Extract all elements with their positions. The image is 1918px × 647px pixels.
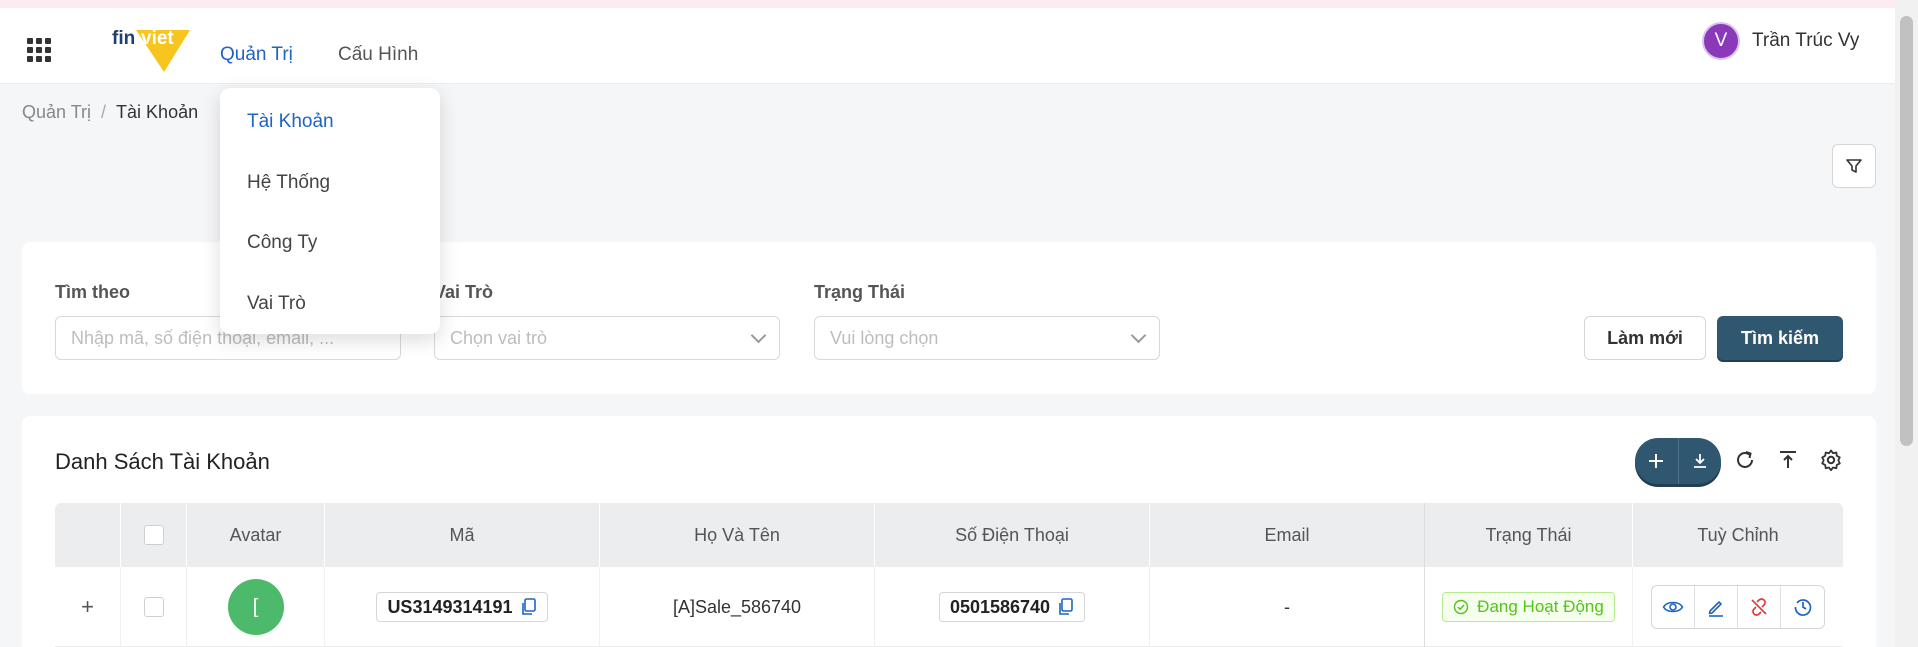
- select-all-checkbox[interactable]: [143, 525, 164, 545]
- menu-item-he-thong[interactable]: Hệ Thống: [247, 172, 330, 194]
- breadcrumb-root[interactable]: Quản Trị: [22, 102, 91, 122]
- chevron-down-icon: [1130, 327, 1147, 343]
- status-select-placeholder: Vui lòng chọn: [830, 327, 939, 348]
- history-button[interactable]: [1781, 586, 1824, 628]
- deactivate-button[interactable]: [1738, 586, 1781, 628]
- row-checkbox[interactable]: [143, 597, 164, 617]
- plus-icon: [1649, 454, 1664, 468]
- copy-icon[interactable]: [1058, 598, 1074, 616]
- top-accent-stripe: [0, 0, 1918, 8]
- upload-icon: [1780, 451, 1796, 468]
- top-header: fin viet Quản Trị Cấu Hình V Trần Trúc V…: [0, 8, 1895, 84]
- svg-text:fin: fin: [112, 28, 135, 49]
- nav-quan-tri[interactable]: Quản Trị: [220, 44, 293, 66]
- row-avatar: [: [227, 579, 284, 635]
- nav-cau-hinh[interactable]: Cấu Hình: [338, 44, 418, 66]
- quan-tri-dropdown-menu: Tài Khoản Hệ Thống Công Ty Vai Trò: [220, 88, 440, 334]
- refresh-icon: [1737, 451, 1753, 468]
- status-label: Trạng Thái: [814, 282, 906, 302]
- header-actions: Tuỳ Chỉnh: [1697, 524, 1779, 545]
- breadcrumb-separator: /: [101, 102, 107, 122]
- unlink-icon: [1751, 598, 1767, 616]
- filter-button[interactable]: [1832, 144, 1876, 188]
- eye-icon: [1662, 601, 1684, 613]
- header-expand: [55, 503, 121, 567]
- user-menu[interactable]: V Trần Trúc Vy: [1702, 20, 1859, 62]
- status-badge: Đang Hoạt Động: [1442, 592, 1615, 622]
- header-status: Trạng Thái: [1425, 503, 1633, 567]
- download-button[interactable]: [1679, 438, 1722, 484]
- row-phone-cell: 0501586740: [875, 567, 1150, 647]
- menu-item-cong-ty[interactable]: Công Ty: [247, 232, 317, 254]
- breadcrumb-current: Tài Khoản: [116, 102, 199, 122]
- download-icon: [1693, 454, 1706, 468]
- phone-chip: 0501586740: [938, 592, 1086, 622]
- search-by-label: Tìm theo: [55, 282, 130, 302]
- add-button[interactable]: [1635, 438, 1679, 484]
- edit-icon: [1708, 601, 1723, 617]
- refresh-button[interactable]: [1731, 446, 1759, 474]
- header-code: Mã: [325, 503, 600, 567]
- header-phone: Số Điện Thoại: [875, 503, 1150, 567]
- row-code: US3149314191: [387, 596, 513, 617]
- reset-button[interactable]: Làm mới: [1584, 316, 1706, 360]
- role-select[interactable]: Chọn vai trò: [434, 316, 780, 360]
- status-text: Đang Hoạt Động: [1477, 597, 1604, 616]
- row-full-name: [A]Sale_586740: [600, 567, 875, 647]
- role-select-placeholder: Chọn vai trò: [450, 327, 548, 348]
- create-export-group: [1635, 438, 1721, 484]
- scrollbar-thumb[interactable]: [1900, 16, 1913, 446]
- check-circle-icon: [1453, 599, 1469, 615]
- settings-button[interactable]: [1817, 446, 1845, 474]
- view-button[interactable]: [1652, 586, 1695, 628]
- row-actions-cell: [1633, 567, 1843, 647]
- table-row: + [ US3149314191 [A]Sale_586740 05015867…: [55, 567, 1843, 647]
- vertical-scrollbar[interactable]: [1895, 0, 1918, 647]
- settings-icon: [1821, 449, 1841, 472]
- menu-item-tai-khoan[interactable]: Tài Khoản: [247, 111, 334, 133]
- search-button[interactable]: Tìm kiếm: [1717, 316, 1843, 360]
- user-name: Trần Trúc Vy: [1752, 30, 1860, 51]
- row-select-cell: [121, 567, 187, 647]
- svg-text:viet: viet: [141, 28, 174, 49]
- row-action-group: [1651, 585, 1825, 629]
- header-select: [121, 503, 187, 567]
- menu-item-vai-tro[interactable]: Vai Trò: [247, 293, 306, 315]
- filter-icon: [1846, 159, 1862, 173]
- list-title: Danh Sách Tài Khoản: [55, 449, 270, 474]
- row-status-cell: Đang Hoạt Động: [1425, 567, 1633, 647]
- row-phone: 0501586740: [949, 596, 1051, 617]
- row-avatar-cell: [: [187, 567, 325, 647]
- table-header: Avatar Mã Họ Và Tên Số Điện Thoại Email …: [55, 503, 1843, 567]
- row-expand-cell: +: [55, 567, 121, 647]
- upload-button[interactable]: [1774, 446, 1802, 474]
- account-list-panel: Danh Sách Tài Khoản Avatar Mã Họ Và Tên …: [22, 416, 1876, 647]
- user-avatar: V: [1702, 22, 1740, 60]
- history-icon: [1794, 599, 1811, 616]
- status-select[interactable]: Vui lòng chọn: [814, 316, 1160, 360]
- copy-icon[interactable]: [521, 598, 537, 616]
- code-chip: US3149314191: [376, 592, 548, 622]
- header-full-name: Họ Và Tên: [600, 503, 875, 567]
- role-label: Vai Trò: [434, 282, 494, 302]
- row-email: -: [1150, 567, 1425, 647]
- breadcrumb: Quản Trị / Tài Khoản: [22, 102, 198, 123]
- chevron-down-icon: [750, 327, 767, 343]
- finviet-logo[interactable]: fin viet: [110, 24, 192, 78]
- edit-button[interactable]: [1695, 586, 1738, 628]
- row-code-cell: US3149314191: [325, 567, 600, 647]
- account-table: Avatar Mã Họ Và Tên Số Điện Thoại Email …: [55, 503, 1843, 647]
- expand-row-icon[interactable]: +: [81, 594, 94, 620]
- header-avatar: Avatar: [187, 503, 325, 567]
- apps-grid-icon[interactable]: [27, 38, 51, 62]
- header-email: Email: [1150, 503, 1425, 567]
